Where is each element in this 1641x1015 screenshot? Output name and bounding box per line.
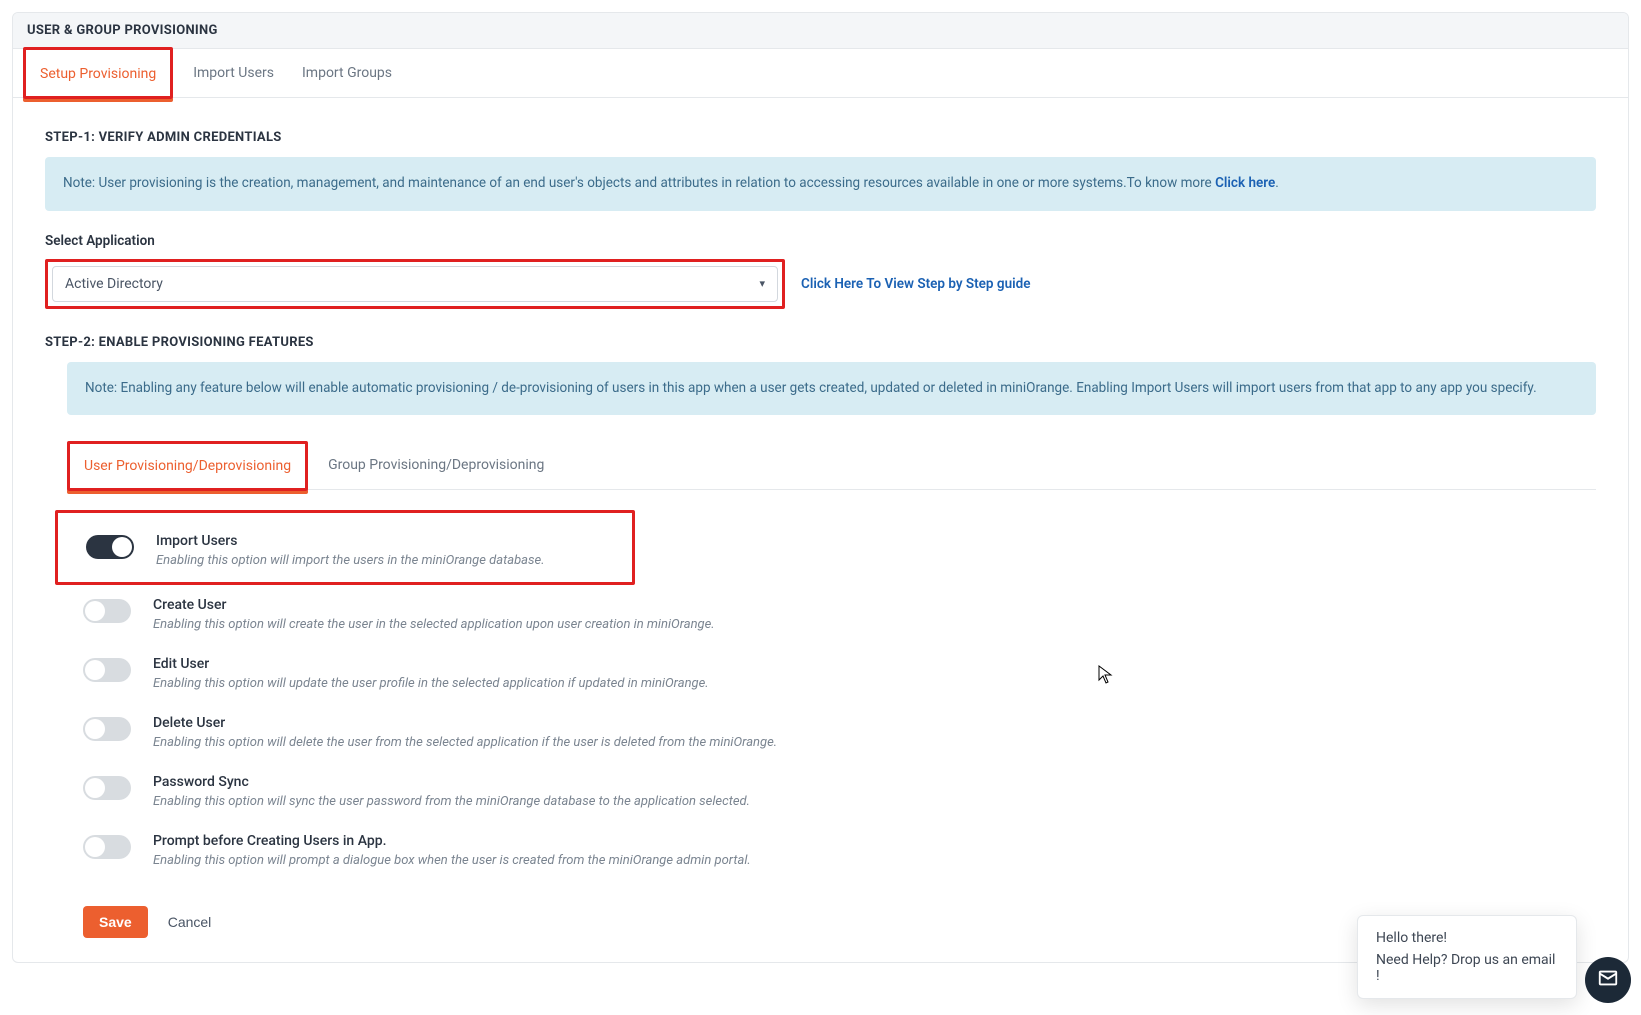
- feature-desc: Enabling this option will delete the use…: [153, 735, 1596, 750]
- step1-title: STEP-1: VERIFY ADMIN CREDENTIALS: [45, 130, 1596, 145]
- feature-title: Edit User: [153, 656, 1596, 672]
- main-tabs: Setup Provisioning Import Users Import G…: [13, 49, 1628, 98]
- feature-delete-user: Delete User Enabling this option will de…: [83, 703, 1596, 762]
- feature-edit-user: Edit User Enabling this option will upda…: [83, 644, 1596, 703]
- subtab-user-provisioning[interactable]: User Provisioning/Deprovisioning: [67, 441, 308, 491]
- chevron-down-icon: ▾: [759, 277, 765, 290]
- chat-line1: Hello there!: [1376, 930, 1558, 946]
- step1-note-suffix: .: [1275, 175, 1279, 191]
- select-application-label: Select Application: [45, 233, 1596, 249]
- chat-fab-button[interactable]: [1585, 957, 1631, 1003]
- feature-password-sync: Password Sync Enabling this option will …: [83, 762, 1596, 821]
- feature-title: Delete User: [153, 715, 1596, 731]
- toggle-password-sync[interactable]: [83, 776, 131, 800]
- card-title: USER & GROUP PROVISIONING: [13, 13, 1628, 49]
- toggle-edit-user[interactable]: [83, 658, 131, 682]
- toggle-create-user[interactable]: [83, 599, 131, 623]
- feature-desc: Enabling this option will update the use…: [153, 676, 1596, 691]
- select-application-dropdown[interactable]: Active Directory ▾: [52, 266, 778, 302]
- toggle-delete-user[interactable]: [83, 717, 131, 741]
- chat-popup: Hello there! Need Help? Drop us an email…: [1357, 915, 1577, 999]
- feature-create-user: Create User Enabling this option will cr…: [83, 585, 1596, 644]
- select-application-value: Active Directory: [65, 276, 163, 292]
- select-application-highlight: Active Directory ▾: [45, 259, 785, 309]
- provisioning-subtabs: User Provisioning/Deprovisioning Group P…: [67, 443, 1596, 490]
- feature-title: Create User: [153, 597, 1596, 613]
- tab-import-groups[interactable]: Import Groups: [288, 49, 406, 97]
- toggle-import-users[interactable]: [86, 535, 134, 559]
- tab-setup-provisioning[interactable]: Setup Provisioning: [23, 47, 173, 99]
- provisioning-card: USER & GROUP PROVISIONING Setup Provisio…: [12, 12, 1629, 963]
- step2-title: STEP-2: ENABLE PROVISIONING FEATURES: [45, 335, 1596, 350]
- feature-list: Import Users Enabling this option will i…: [45, 510, 1596, 880]
- subtab-group-provisioning[interactable]: Group Provisioning/Deprovisioning: [314, 443, 558, 489]
- select-application-row: Active Directory ▾ Click Here To View St…: [45, 259, 1596, 309]
- feature-title: Import Users: [156, 533, 618, 549]
- feature-title: Prompt before Creating Users in App.: [153, 833, 1596, 849]
- save-button[interactable]: Save: [83, 906, 148, 938]
- tab-content: STEP-1: VERIFY ADMIN CREDENTIALS Note: U…: [13, 98, 1628, 962]
- step1-note-link[interactable]: Click here: [1215, 175, 1275, 191]
- chat-line2: Need Help? Drop us an email !: [1376, 952, 1558, 984]
- tab-import-users[interactable]: Import Users: [179, 49, 288, 97]
- step-by-step-guide-link[interactable]: Click Here To View Step by Step guide: [801, 276, 1030, 292]
- toggle-prompt-create[interactable]: [83, 835, 131, 859]
- step1-note: Note: User provisioning is the creation,…: [45, 157, 1596, 211]
- feature-desc: Enabling this option will prompt a dialo…: [153, 853, 1596, 868]
- feature-desc: Enabling this option will sync the user …: [153, 794, 1596, 809]
- feature-desc: Enabling this option will create the use…: [153, 617, 1596, 632]
- feature-prompt-create: Prompt before Creating Users in App. Ena…: [83, 821, 1596, 880]
- feature-import-users: Import Users Enabling this option will i…: [55, 510, 635, 585]
- step2-note: Note: Enabling any feature below will en…: [67, 362, 1596, 416]
- cancel-button[interactable]: Cancel: [168, 914, 212, 930]
- feature-title: Password Sync: [153, 774, 1596, 790]
- step1-note-text: Note: User provisioning is the creation,…: [63, 175, 1215, 191]
- feature-desc: Enabling this option will import the use…: [156, 553, 618, 568]
- mail-icon: [1597, 967, 1619, 993]
